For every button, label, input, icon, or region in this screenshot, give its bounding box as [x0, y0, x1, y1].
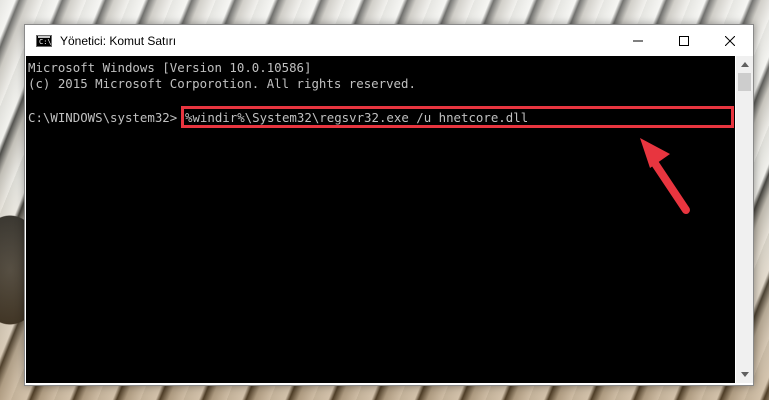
vertical-scrollbar[interactable] — [736, 56, 753, 383]
console-output[interactable]: Microsoft Windows [Version 10.0.10586] (… — [26, 56, 735, 383]
title-bar[interactable]: C:\ Yönetici: Komut Satırı — [25, 25, 753, 56]
minimize-icon — [633, 40, 643, 41]
close-icon — [725, 35, 735, 46]
scroll-up-button[interactable] — [736, 56, 753, 73]
console-line: Microsoft Windows [Version 10.0.10586] — [28, 60, 312, 75]
command-highlight-box — [181, 106, 734, 128]
pointer-arrow-icon — [640, 138, 690, 214]
maximize-button[interactable] — [661, 25, 707, 56]
close-button[interactable] — [707, 25, 753, 56]
window-controls — [615, 25, 753, 56]
maximize-icon — [679, 35, 689, 46]
minimize-button[interactable] — [615, 25, 661, 56]
console-prompt: C:\WINDOWS\system32> — [28, 110, 178, 125]
console-line: (c) 2015 Microsoft Corporotion. All righ… — [28, 76, 416, 91]
scrollbar-thumb[interactable] — [738, 73, 751, 91]
chevron-up-icon — [740, 62, 749, 67]
cmd-icon: C:\ — [36, 34, 52, 47]
window-title: Yönetici: Komut Satırı — [60, 33, 177, 48]
scroll-down-button[interactable] — [736, 366, 753, 383]
chevron-down-icon — [740, 372, 749, 377]
